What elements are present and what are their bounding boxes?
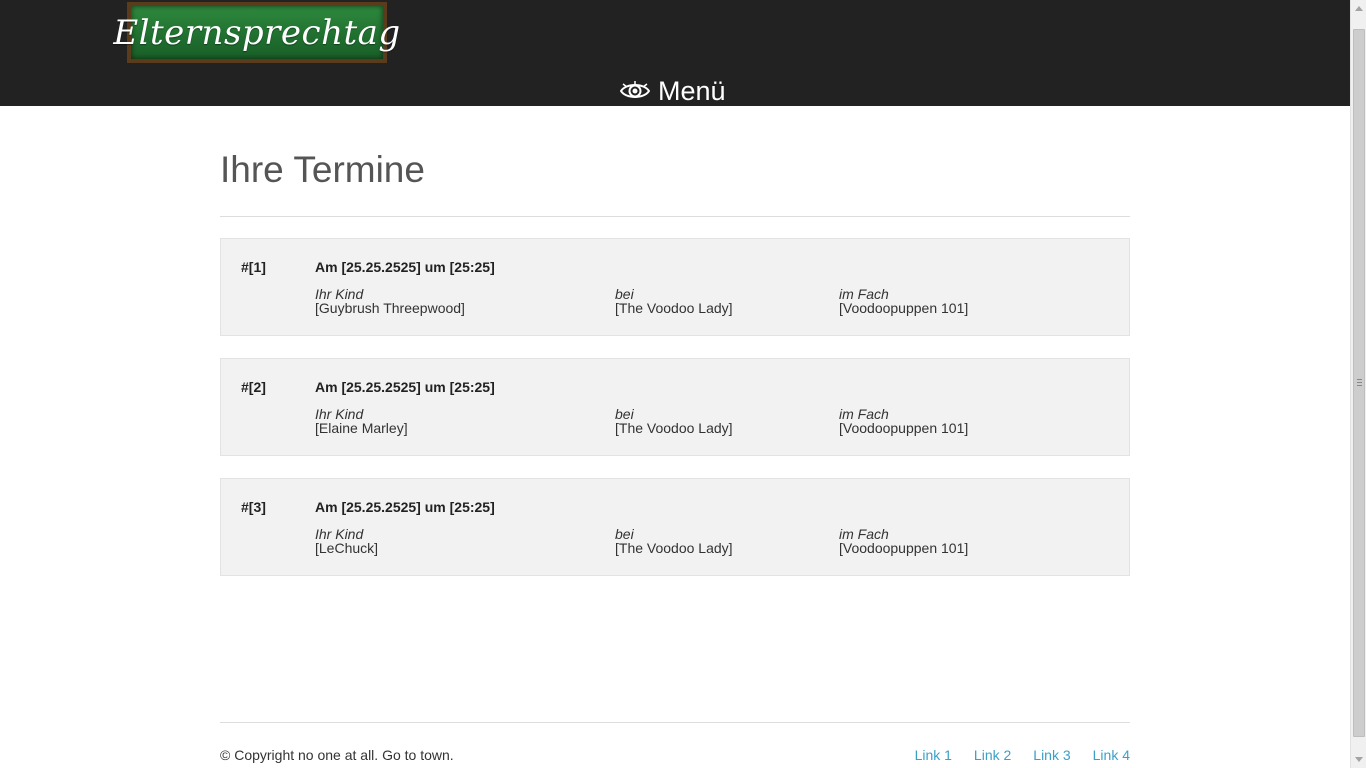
subject-label: im Fach	[839, 286, 889, 302]
teacher-label: bei	[615, 406, 634, 422]
appointment-datetime: Am [25.25.2525] um [25:25]	[315, 379, 495, 395]
appointment-card: #[3] Am [25.25.2525] um [25:25] Ihr Kind…	[220, 478, 1130, 576]
eye-icon	[620, 80, 650, 102]
footer-link-4[interactable]: Link 4	[1093, 747, 1130, 763]
child-label: Ihr Kind	[315, 286, 364, 302]
teacher-value: [The Voodoo Lady]	[615, 420, 733, 436]
subject-field: im Fach [Voodoopuppen 101]	[839, 287, 968, 315]
footer-link-1[interactable]: Link 1	[915, 747, 952, 763]
logo-text: Elternsprechtag	[113, 12, 401, 53]
appointment-card: #[2] Am [25.25.2525] um [25:25] Ihr Kind…	[220, 358, 1130, 456]
teacher-field: bei [The Voodoo Lady]	[615, 407, 733, 435]
appointment-number: #[2]	[241, 379, 266, 395]
teacher-field: bei [The Voodoo Lady]	[615, 527, 733, 555]
subject-value: [Voodoopuppen 101]	[839, 300, 969, 316]
menu-toggle-button[interactable]: Menü	[620, 76, 726, 106]
appointment-card: #[1] Am [25.25.2525] um [25:25] Ihr Kind…	[220, 238, 1130, 336]
child-value: [Guybrush Threepwood]	[315, 300, 465, 316]
top-navbar: Elternsprechtag Menü	[0, 0, 1350, 106]
teacher-label: bei	[615, 526, 634, 542]
teacher-field: bei [The Voodoo Lady]	[615, 287, 733, 315]
scroll-up-icon[interactable]	[1355, 6, 1363, 11]
appointment-number: #[1]	[241, 259, 266, 275]
vertical-scrollbar[interactable]	[1350, 0, 1366, 768]
subject-label: im Fach	[839, 406, 889, 422]
teacher-value: [The Voodoo Lady]	[615, 540, 733, 556]
teacher-value: [The Voodoo Lady]	[615, 300, 733, 316]
subject-value: [Voodoopuppen 101]	[839, 540, 969, 556]
footer-link-2[interactable]: Link 2	[974, 747, 1011, 763]
child-label: Ihr Kind	[315, 406, 364, 422]
grip-icon	[1357, 379, 1362, 386]
child-label: Ihr Kind	[315, 526, 364, 542]
appointment-number: #[3]	[241, 499, 266, 515]
scroll-down-icon[interactable]	[1355, 757, 1363, 762]
appointment-datetime: Am [25.25.2525] um [25:25]	[315, 259, 495, 275]
subject-label: im Fach	[839, 526, 889, 542]
child-value: [LeChuck]	[315, 540, 379, 556]
appointment-list: #[1] Am [25.25.2525] um [25:25] Ihr Kind…	[220, 238, 1130, 598]
scrollbar-thumb[interactable]	[1353, 29, 1365, 737]
footer-links: Link 1 Link 2 Link 3 Link 4	[915, 747, 1130, 763]
child-field: Ihr Kind [Elaine Marley]	[315, 407, 408, 435]
title-divider	[220, 216, 1130, 217]
child-value: [Elaine Marley]	[315, 420, 408, 436]
subject-value: [Voodoopuppen 101]	[839, 420, 969, 436]
menu-label: Menü	[658, 76, 726, 106]
appointment-datetime: Am [25.25.2525] um [25:25]	[315, 499, 495, 515]
subject-field: im Fach [Voodoopuppen 101]	[839, 407, 968, 435]
copyright-text: © Copyright no one at all. Go to town.	[220, 747, 454, 763]
footer-link-3[interactable]: Link 3	[1033, 747, 1070, 763]
subject-field: im Fach [Voodoopuppen 101]	[839, 527, 968, 555]
child-field: Ihr Kind [Guybrush Threepwood]	[315, 287, 465, 315]
footer-divider	[220, 722, 1130, 723]
page-title: Ihre Termine	[220, 149, 425, 190]
site-logo[interactable]: Elternsprechtag	[113, 2, 400, 63]
teacher-label: bei	[615, 286, 634, 302]
child-field: Ihr Kind [LeChuck]	[315, 527, 378, 555]
